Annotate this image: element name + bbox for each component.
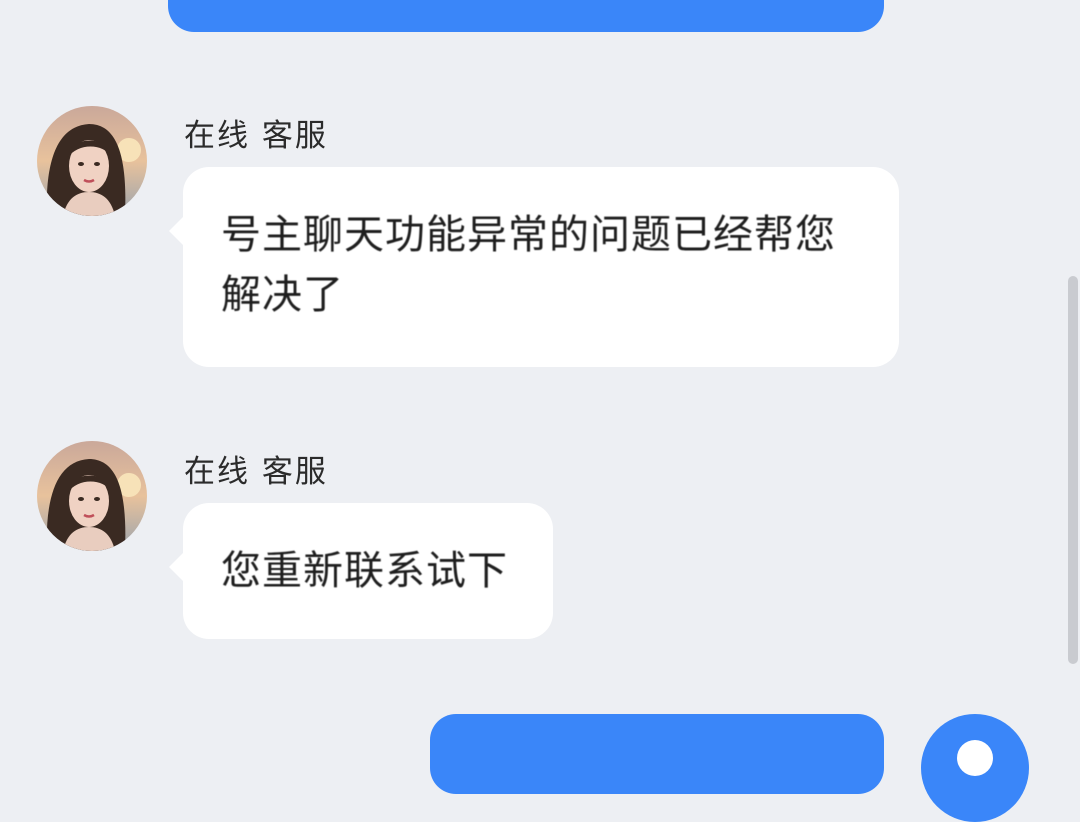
user-icon xyxy=(957,740,993,776)
avatar[interactable] xyxy=(37,106,147,216)
bubble-tail xyxy=(169,215,185,247)
avatar[interactable] xyxy=(37,441,147,551)
avatar-photo xyxy=(37,441,147,551)
outgoing-message-bubble[interactable] xyxy=(168,0,884,32)
message-text: 您重新联系试下 xyxy=(221,548,508,594)
avatar-photo xyxy=(37,106,147,216)
scrollbar-thumb[interactable] xyxy=(1068,276,1078,664)
user-avatar-icon[interactable] xyxy=(921,714,1029,822)
incoming-message-bubble[interactable]: 号主聊天功能异常的问题已经帮您解决了 xyxy=(169,167,899,367)
incoming-message-bubble[interactable]: 您重新联系试下 xyxy=(169,503,553,639)
sender-name: 在线 客服 xyxy=(184,454,328,490)
message-text: 号主聊天功能异常的问题已经帮您解决了 xyxy=(221,212,836,318)
bubble-tail xyxy=(169,551,185,583)
sender-name: 在线 客服 xyxy=(184,118,328,154)
outgoing-message-bubble[interactable] xyxy=(430,714,884,794)
